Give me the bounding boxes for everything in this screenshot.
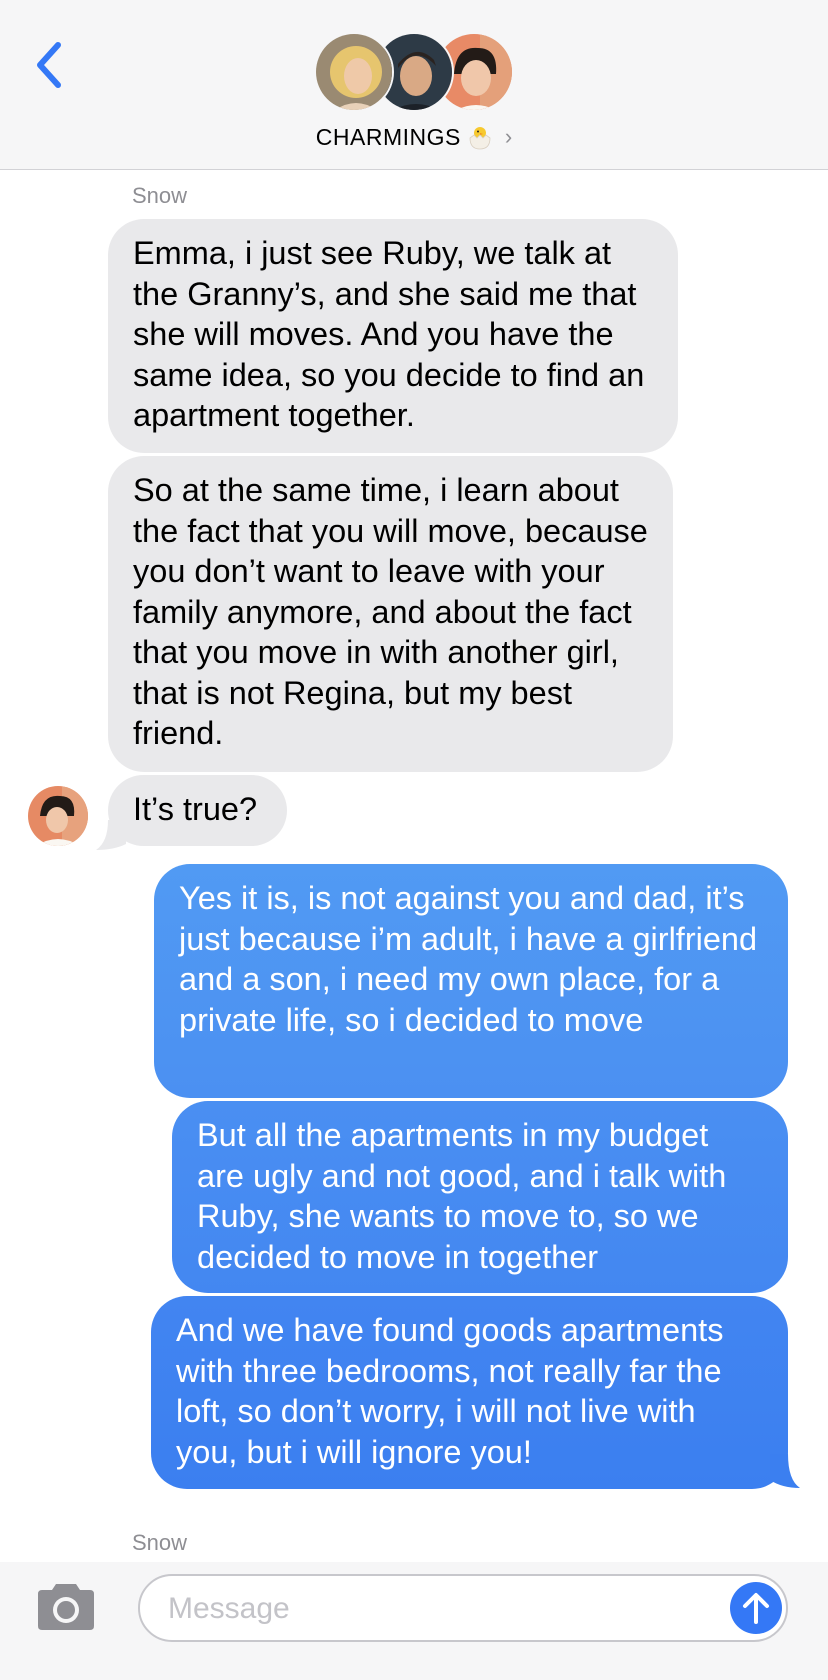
compose-bar [0,1562,828,1680]
avatar [28,786,88,846]
outgoing-message[interactable]: But all the apartments in my budget are … [172,1101,788,1293]
incoming-message[interactable]: So at the same time, i learn about the f… [108,456,673,772]
group-title-button[interactable]: CHARMINGS › [0,120,828,154]
outgoing-message[interactable]: And we have found goods apartments with … [151,1296,788,1489]
message-field [138,1574,788,1642]
outgoing-message[interactable]: Yes it is, is not against you and dad, i… [154,864,788,1098]
bubble-tail [770,1454,800,1488]
chevron-right-icon: › [504,124,513,149]
arrow-up-icon [743,1593,769,1624]
sender-name: Snow [132,1530,188,1555]
incoming-message[interactable]: Emma, i just see Ruby, we talk at the Gr… [108,219,678,453]
back-button[interactable] [28,38,68,92]
sender-name: Snow [132,183,188,208]
send-button[interactable] [730,1582,782,1634]
conversation-header: CHARMINGS › [0,0,828,170]
chevron-left-icon [37,42,61,88]
message-input[interactable] [166,1586,710,1632]
group-title: CHARMINGS [315,123,461,150]
avatar [314,32,394,112]
group-avatars[interactable] [314,32,514,114]
incoming-message[interactable]: It’s true? [108,775,287,846]
camera-icon [38,1584,94,1630]
camera-button[interactable] [34,1582,98,1632]
hatching-chick-icon [467,124,493,150]
